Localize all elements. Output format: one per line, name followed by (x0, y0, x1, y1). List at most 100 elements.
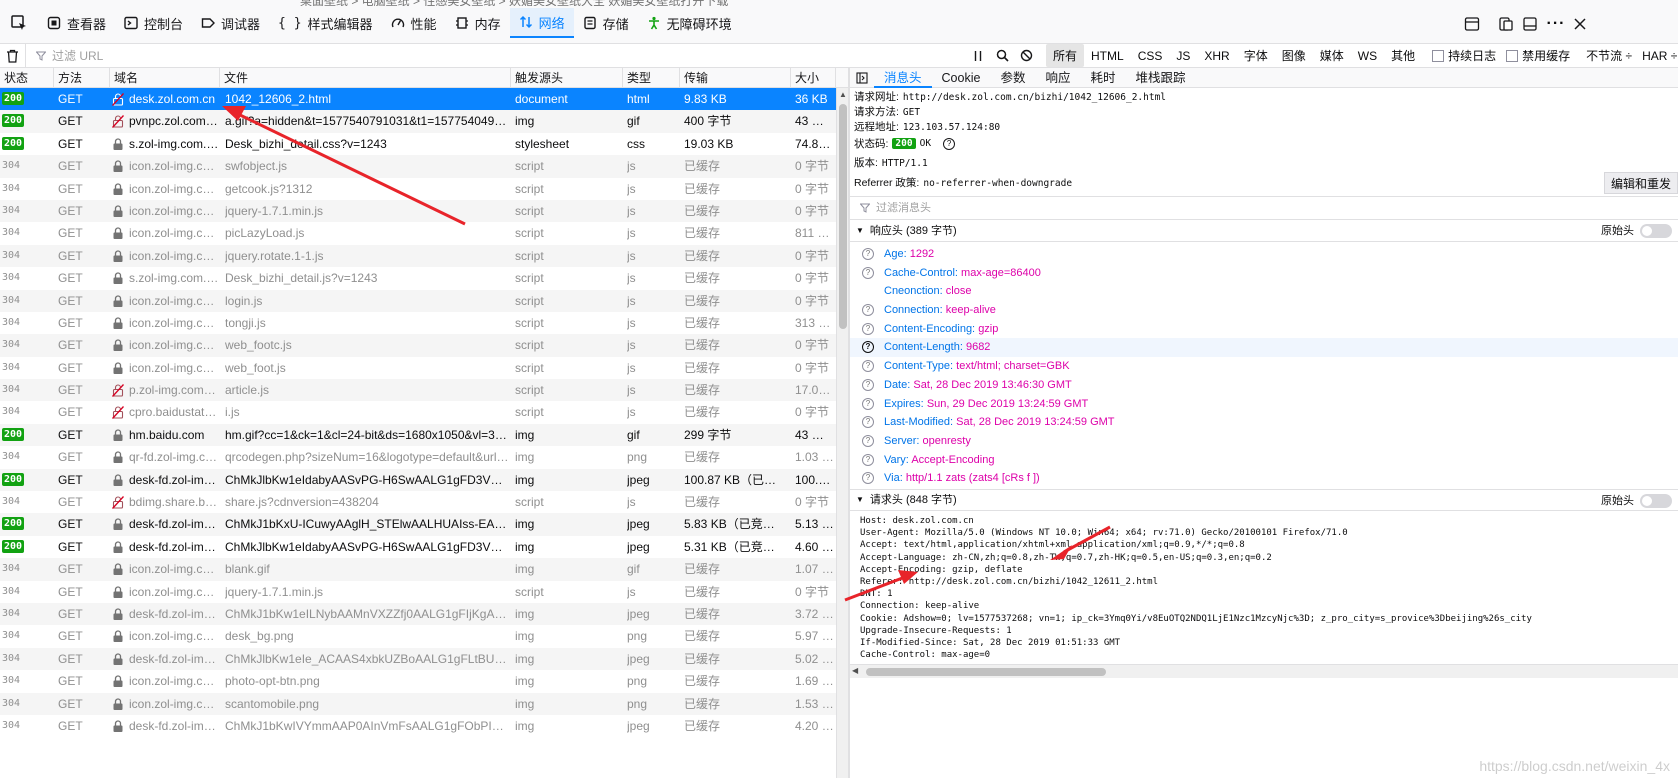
table-row[interactable]: 304 GET icon.zol-img.com.cn scantomobile.pn… (0, 692, 836, 715)
help-icon[interactable]: ? (862, 360, 874, 373)
col-size[interactable]: 大小 (791, 68, 836, 88)
filter-xhr[interactable]: XHR (1197, 46, 1236, 66)
clear-button[interactable] (0, 43, 26, 68)
har-menu[interactable]: HAR ÷ (1642, 49, 1677, 63)
tab-response[interactable]: 响应 (1035, 68, 1080, 88)
tab-storage[interactable]: 存储 (574, 8, 638, 38)
help-icon[interactable]: ? (862, 434, 874, 447)
response-header-row[interactable]: ? Cache-Control: max-age=86400 (850, 264, 1678, 283)
tab-headers[interactable]: 消息头 (874, 68, 932, 88)
tab-style-editor[interactable]: { } 样式编辑器 (269, 8, 382, 38)
disable-cache-checkbox[interactable]: 禁用缓存 (1506, 47, 1570, 64)
element-picker-button[interactable] (0, 8, 38, 38)
table-row[interactable]: 304 GET s.zol-img.com.cn Desk_bizhi_detail.… (0, 267, 836, 289)
table-row[interactable]: 200 GET s.zol-img.com.cn Desk_bizhi_detail.… (0, 133, 836, 155)
table-row[interactable]: 304 GET bdimg.share.baidu.com share.js?cdnv… (0, 491, 836, 513)
search-button[interactable] (990, 45, 1014, 67)
edit-resend-button[interactable]: 编辑和重发 (1603, 172, 1678, 194)
response-header-row[interactable]: ? Age: 1292 (850, 245, 1678, 264)
col-domain[interactable]: 域名 (110, 68, 220, 88)
tab-memory[interactable]: 内存 (446, 8, 510, 38)
table-row[interactable]: 304 GET icon.zol-img.com.cn jquery-1.7.1.mi… (0, 199, 836, 223)
url-filter-input[interactable] (52, 48, 552, 63)
table-row[interactable]: 200 GET desk-fd.zol-img.com.cn ChMkJlbKw1eI… (0, 536, 836, 558)
table-row[interactable]: 200 GET desk-fd.zol-img.com.cn ChMkJlbKw1eI… (0, 468, 836, 492)
table-row[interactable]: 304 GET icon.zol-img.com.cn getcook.js?1312… (0, 178, 836, 200)
response-header-row[interactable]: ? Via: http/1.1 zats (zats4 [cRs f ]) (850, 469, 1678, 488)
table-row[interactable]: 304 GET icon.zol-img.com.cn jquery-1.7.1.mi… (0, 581, 836, 603)
response-header-row[interactable]: Cneonction: close (850, 282, 1678, 301)
table-row[interactable]: 304 GET icon.zol-img.com.cn jquery.rotate.1… (0, 244, 836, 268)
response-header-row[interactable]: ? Vary: Accept-Encoding (850, 451, 1678, 470)
raw-headers-toggle[interactable]: 原始头 (1601, 490, 1672, 512)
request-headers-section[interactable]: ▼ 请求头 (848 字节) 原始头 (850, 489, 1678, 511)
table-row[interactable]: 304 GET icon.zol-img.com.cn tongji.js script… (0, 312, 836, 334)
table-row[interactable]: 304 GET desk-fd.zol-img.com.cn ChMkJlbKw1eI… (0, 647, 836, 671)
more-options-button[interactable]: ··· (1544, 12, 1568, 36)
table-row[interactable]: 304 GET desk-fd.zol-img.com.cn ChMkJ1bKwIVY… (0, 715, 836, 737)
help-icon[interactable]: ? (862, 322, 874, 335)
help-icon[interactable]: ? (862, 453, 874, 466)
response-header-row[interactable]: ? Content-Length: 9682 (850, 338, 1678, 358)
table-row[interactable]: 304 GET icon.zol-img.com.cn picLazyLoad.js s… (0, 222, 836, 244)
table-row[interactable]: 200 GET hm.baidu.com hm.gif?cc=1&ck=1&cl=24… (0, 423, 836, 447)
dock-side-button[interactable] (1460, 12, 1484, 36)
response-header-row[interactable]: ? Content-Type: text/html; charset=GBK (850, 357, 1678, 376)
table-row[interactable]: 200 GET desk-fd.zol-img.com.cn ChMkJ1bKxU-I… (0, 513, 836, 536)
tab-cookies[interactable]: Cookie (932, 68, 991, 88)
block-request-button[interactable] (1014, 45, 1038, 67)
pause-button[interactable] (966, 45, 990, 67)
raw-headers-toggle[interactable]: 原始头 (1601, 220, 1672, 242)
table-row[interactable]: 200 GET desk.zol.com.cn 1042_12606_2.html do… (0, 88, 836, 111)
raw-request-headers[interactable]: Host: desk.zol.com.cn User-Agent: Mozilla… (860, 515, 1670, 661)
dock-bottom-button[interactable] (1518, 12, 1542, 36)
filter-other[interactable]: 其他 (1384, 44, 1422, 67)
tab-debugger[interactable]: 调试器 (192, 8, 269, 38)
help-icon[interactable]: ? (862, 266, 874, 279)
col-type[interactable]: 类型 (623, 68, 680, 88)
tab-stack-trace[interactable]: 堆栈跟踪 (1125, 68, 1195, 88)
response-header-row[interactable]: ? Content-Encoding: gzip (850, 320, 1678, 339)
filter-images[interactable]: 图像 (1275, 44, 1313, 67)
tab-inspector[interactable]: 查看器 (38, 8, 115, 38)
table-row[interactable]: 304 GET icon.zol-img.com.cn blank.gif img gif… (0, 558, 836, 581)
table-row[interactable]: 200 GET pvnpc.zol.com.cn a.gif?a=hidden&t=1… (0, 110, 836, 133)
response-header-row[interactable]: ? Server: openresty (850, 432, 1678, 451)
split-console-button[interactable] (1494, 12, 1518, 36)
col-cause[interactable]: 触发源头 (511, 68, 623, 88)
help-icon[interactable]: ? (862, 304, 874, 317)
table-row[interactable]: 304 GET icon.zol-img.com.cn web_foot.js scri… (0, 357, 836, 379)
filter-html[interactable]: HTML (1084, 46, 1131, 66)
help-icon[interactable]: ? (862, 397, 874, 410)
table-row[interactable]: 304 GET icon.zol-img.com.cn web_footc.js scr… (0, 334, 836, 357)
horizontal-scrollbar[interactable]: ◀ (850, 664, 1678, 678)
response-headers-section[interactable]: ▼ 响应头 (389 字节) 原始头 (850, 220, 1678, 242)
scroll-up-icon[interactable]: ▲ (839, 90, 847, 99)
toggle-switch[interactable] (1640, 494, 1672, 508)
help-icon[interactable]: ? (862, 472, 874, 485)
table-row[interactable]: 304 GET p.zol-img.com.cn article.js script js… (0, 379, 836, 402)
table-row[interactable]: 304 GET qr-fd.zol-img.com.cn qrcodegen.php?… (0, 446, 836, 468)
toggle-switch[interactable] (1640, 224, 1672, 238)
table-scrollbar[interactable]: ▲ (836, 88, 848, 778)
toggle-sidebar-button[interactable] (850, 68, 874, 88)
help-icon[interactable]: ? (862, 378, 874, 391)
help-icon[interactable]: ? (862, 248, 874, 260)
scrollbar-thumb[interactable] (839, 104, 847, 329)
table-row[interactable]: 304 GET desk-fd.zol-img.com.cn ChMkJ1bKw1eI… (0, 602, 836, 626)
tab-accessibility[interactable]: 无障碍环境 (638, 8, 741, 38)
throttling-select[interactable]: 不节流 ÷ (1586, 47, 1632, 64)
col-file[interactable]: 文件 (220, 68, 511, 88)
scroll-left-icon[interactable]: ◀ (852, 666, 858, 675)
scrollbar-thumb[interactable] (866, 668, 1106, 676)
table-row[interactable]: 304 GET icon.zol-img.com.cn login.js script j… (0, 289, 836, 312)
response-header-row[interactable]: ? Date: Sat, 28 Dec 2019 13:46:30 GMT (850, 376, 1678, 395)
filter-ws[interactable]: WS (1351, 46, 1384, 66)
table-row[interactable]: 304 GET icon.zol-img.com.cn photo-opt-btn.p… (0, 670, 836, 692)
filter-all[interactable]: 所有 (1046, 44, 1085, 67)
help-icon[interactable]: ? (862, 416, 874, 429)
table-row[interactable]: 304 GET icon.zol-img.com.cn desk_bg.png img p… (0, 625, 836, 647)
filter-media[interactable]: 媒体 (1313, 44, 1351, 67)
table-row[interactable]: 304 GET icon.zol-img.com.cn swfobject.js scr… (0, 155, 836, 178)
tab-params[interactable]: 参数 (990, 68, 1035, 88)
